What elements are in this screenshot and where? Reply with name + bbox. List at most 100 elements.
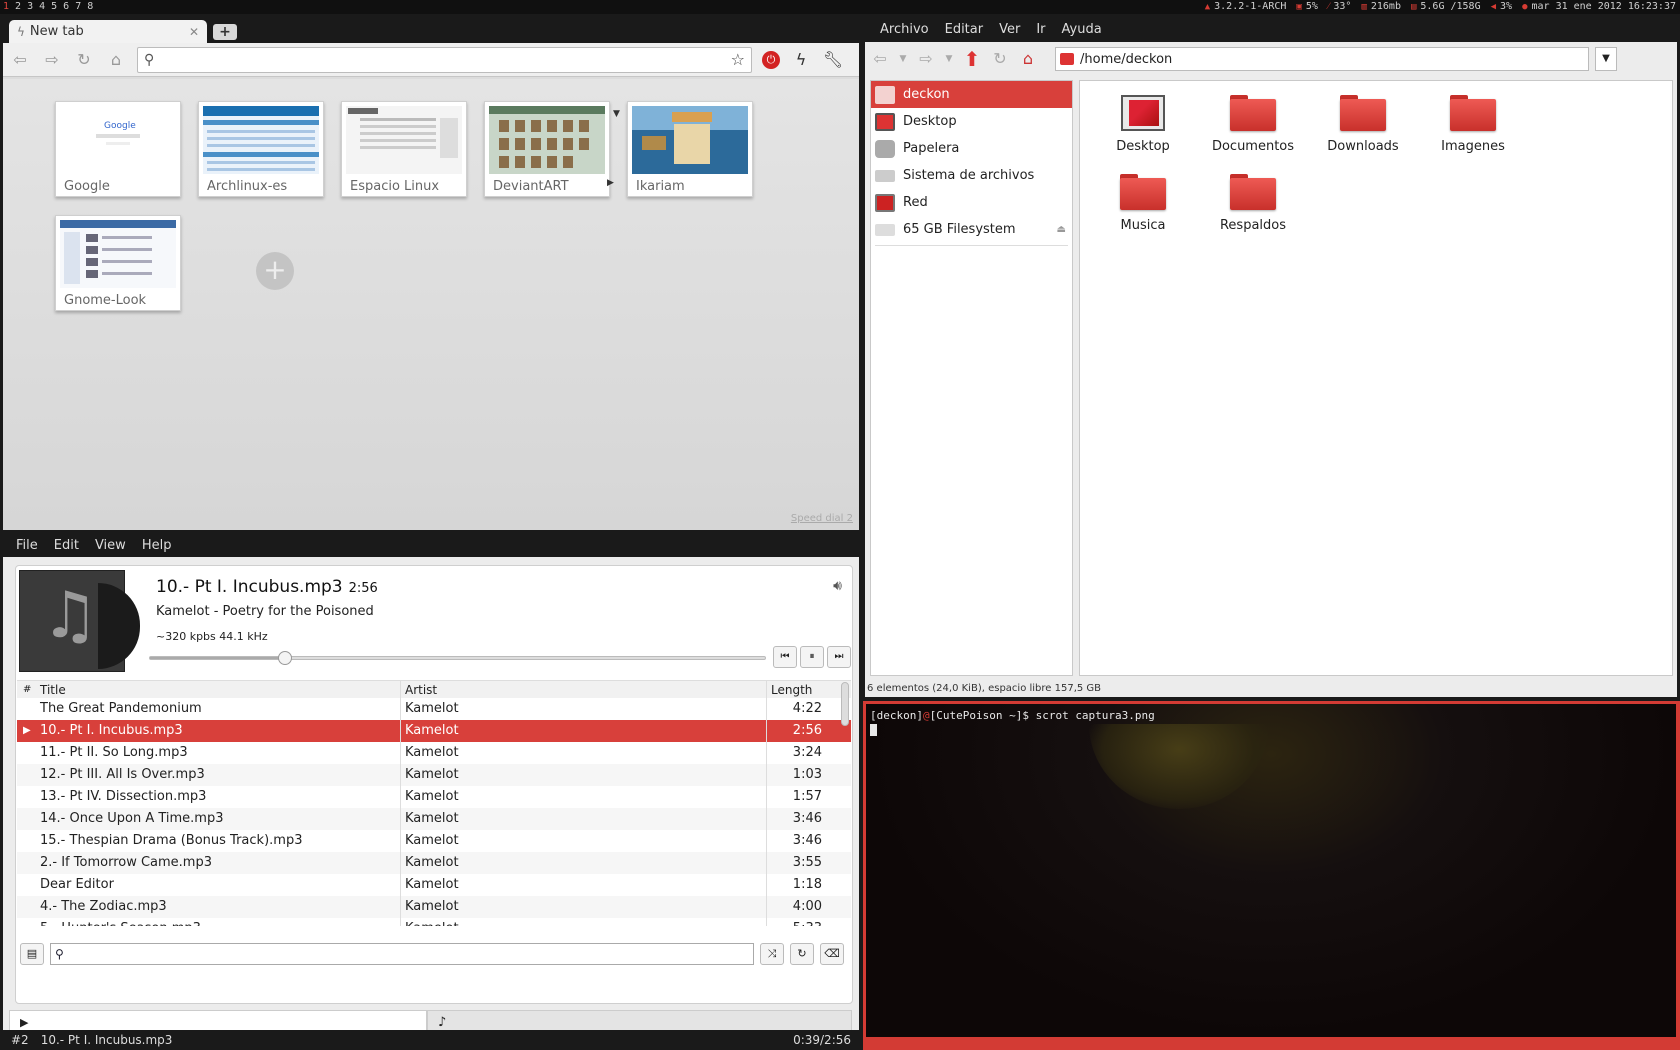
sidebar-item-65gb-filesystem[interactable]: 65 GB Filesystem ⏏ — [871, 216, 1072, 243]
new-tab-button[interactable]: + — [213, 24, 237, 40]
workspace-1[interactable]: 1 — [3, 0, 9, 14]
column-header-artist[interactable]: Artist — [401, 681, 767, 698]
thumbnail — [346, 106, 462, 174]
speed-dial-tile[interactable]: Espacio Linux — [341, 101, 467, 197]
back-icon[interactable]: ⇦ — [9, 49, 31, 71]
forward-icon[interactable]: ⇨ — [915, 48, 937, 70]
track-title-cell: The Great Pandemonium — [38, 698, 401, 720]
workspace-8[interactable]: 8 — [87, 0, 93, 14]
menu-editar[interactable]: Editar — [937, 22, 992, 37]
speed-dial-link[interactable]: Speed dial 2 — [791, 513, 853, 524]
reload-icon[interactable]: ↻ — [73, 49, 95, 71]
repeat-button[interactable]: ↻ — [790, 943, 814, 965]
file-item[interactable]: Imagenes — [1414, 95, 1532, 154]
chevron-down-icon[interactable]: ▼ — [943, 48, 955, 70]
workspace-5[interactable]: 5 — [51, 0, 57, 14]
speed-dial-tile[interactable]: Gnome-Look — [55, 215, 181, 311]
menu-help[interactable]: Help — [134, 538, 180, 553]
speed-dial-tile[interactable]: Google Google — [55, 101, 181, 197]
playlists-button[interactable]: ▤ — [20, 943, 44, 965]
scrollbar[interactable] — [841, 682, 849, 726]
menu-view[interactable]: View — [87, 538, 134, 553]
sidebar-item-papelera[interactable]: Papelera — [871, 135, 1072, 162]
file-item[interactable]: Musica — [1084, 174, 1202, 233]
column-header-num[interactable]: # — [17, 681, 38, 698]
forward-icon[interactable]: ⇨ — [41, 49, 63, 71]
address-input[interactable] — [160, 52, 725, 67]
previous-button[interactable]: ⏮ — [773, 646, 797, 668]
chevron-down-icon[interactable]: ▼ — [613, 109, 620, 119]
workspace-2[interactable]: 2 — [15, 0, 21, 14]
playlist: # Title Artist Length The Great Pandemon… — [17, 680, 851, 926]
add-speed-dial-button[interactable]: + — [256, 252, 294, 290]
adblock-icon[interactable]: ⏻ — [762, 50, 780, 69]
table-row[interactable]: ▶ 10.- Pt I. Incubus.mp3 Kamelot 2:56 — [17, 720, 851, 742]
file-item[interactable]: Respaldos — [1194, 174, 1312, 233]
search-input[interactable] — [67, 947, 749, 961]
table-row[interactable]: 2.- If Tomorrow Came.mp3 Kamelot 3:55 — [17, 852, 851, 874]
workspace-3[interactable]: 3 — [27, 0, 33, 14]
sidebar-item-desktop[interactable]: Desktop — [871, 108, 1072, 135]
terminal-body[interactable]: [deckon]@[CutePoison ~]$ scrot captura3.… — [866, 704, 1676, 1037]
table-row[interactable]: 13.- Pt IV. Dissection.mp3 Kamelot 1:57 — [17, 786, 851, 808]
table-row[interactable]: 15.- Thespian Drama (Bonus Track).mp3 Kam… — [17, 830, 851, 852]
speed-dial-tile[interactable]: Ikariam — [627, 101, 753, 197]
thermometer-icon: ⁄ — [1327, 2, 1330, 12]
reload-icon[interactable]: ↻ — [989, 48, 1011, 70]
svg-text:Google: Google — [104, 121, 136, 131]
table-row[interactable]: 14.- Once Upon A Time.mp3 Kamelot 3:46 — [17, 808, 851, 830]
location-bar[interactable]: /home/deckon — [1055, 47, 1589, 71]
track-artist-cell: Kamelot — [401, 742, 767, 764]
clear-button[interactable]: ⌫ — [820, 943, 844, 965]
shuffle-button[interactable]: ⤨ — [760, 943, 784, 965]
table-row[interactable]: 4.- The Zodiac.mp3 Kamelot 4:00 — [17, 896, 851, 918]
menu-ir[interactable]: Ir — [1028, 22, 1053, 37]
seek-fill — [150, 657, 286, 659]
file-item[interactable]: Downloads — [1304, 95, 1422, 154]
table-row[interactable]: 11.- Pt II. So Long.mp3 Kamelot 3:24 — [17, 742, 851, 764]
home-icon[interactable]: ⌂ — [1017, 48, 1039, 70]
table-row[interactable]: 12.- Pt III. All Is Over.mp3 Kamelot 1:03 — [17, 764, 851, 786]
close-icon[interactable]: ✕ — [189, 25, 199, 39]
up-arrow-icon[interactable]: ⬆ — [961, 48, 983, 70]
lightning-icon[interactable]: ϟ — [790, 49, 812, 71]
back-icon[interactable]: ⇦ — [869, 48, 891, 70]
workspace-7[interactable]: 7 — [75, 0, 81, 14]
sidebar-item-red[interactable]: Red — [871, 189, 1072, 216]
track-length-cell: 3:46 — [792, 811, 822, 826]
chevron-down-icon[interactable]: ▼ — [897, 48, 909, 70]
eject-icon[interactable]: ⏏ — [1057, 224, 1066, 235]
next-button[interactable]: ⏭ — [827, 646, 851, 668]
location-dropdown[interactable]: ▼ — [1595, 47, 1617, 71]
speed-dial-tile[interactable]: Archlinux-es — [198, 101, 324, 197]
workspace-4[interactable]: 4 — [39, 0, 45, 14]
volume-icon[interactable]: 🔊︎ — [833, 578, 842, 594]
speed-dial-tile[interactable]: DeviantART — [484, 101, 610, 197]
file-item[interactable]: Desktop — [1084, 95, 1202, 154]
menu-file[interactable]: File — [8, 538, 46, 553]
address-bar[interactable]: ⚲ ☆ — [137, 46, 752, 73]
menu-ver[interactable]: Ver — [991, 22, 1028, 37]
seek-handle[interactable] — [278, 651, 293, 665]
workspace-6[interactable]: 6 — [63, 0, 69, 14]
home-icon[interactable]: ⌂ — [105, 49, 127, 71]
file-item[interactable]: Documentos — [1194, 95, 1312, 154]
playlist-search[interactable]: ⚲ — [50, 943, 754, 965]
menu-archivo[interactable]: Archivo — [872, 22, 937, 37]
bookmark-star-icon[interactable]: ☆ — [731, 50, 745, 69]
tab-new-tab[interactable]: ϟ New tab ✕ — [9, 20, 207, 43]
column-header-title[interactable]: Title — [38, 681, 401, 698]
track-title-cell: Dear Editor — [38, 874, 401, 896]
column-header-length[interactable]: Length — [767, 681, 827, 698]
wrench-icon[interactable]: 🔧︎ — [822, 49, 844, 71]
seek-bar[interactable] — [149, 651, 766, 665]
sidebar-item-deckon[interactable]: deckon — [871, 81, 1072, 108]
menu-ayuda[interactable]: Ayuda — [1054, 22, 1110, 37]
table-row[interactable]: The Great Pandemonium Kamelot 4:22 — [17, 698, 851, 720]
table-row[interactable]: Dear Editor Kamelot 1:18 — [17, 874, 851, 896]
sidebar-item-sistema-de-archivos[interactable]: Sistema de archivos — [871, 162, 1072, 189]
chevron-right-icon[interactable]: ▶ — [607, 178, 614, 188]
pause-button[interactable]: ⏸ — [800, 646, 824, 668]
menu-edit[interactable]: Edit — [46, 538, 87, 553]
table-row[interactable]: 5.- Hunter's Season.mp3Kamelot5:33 — [17, 918, 851, 926]
